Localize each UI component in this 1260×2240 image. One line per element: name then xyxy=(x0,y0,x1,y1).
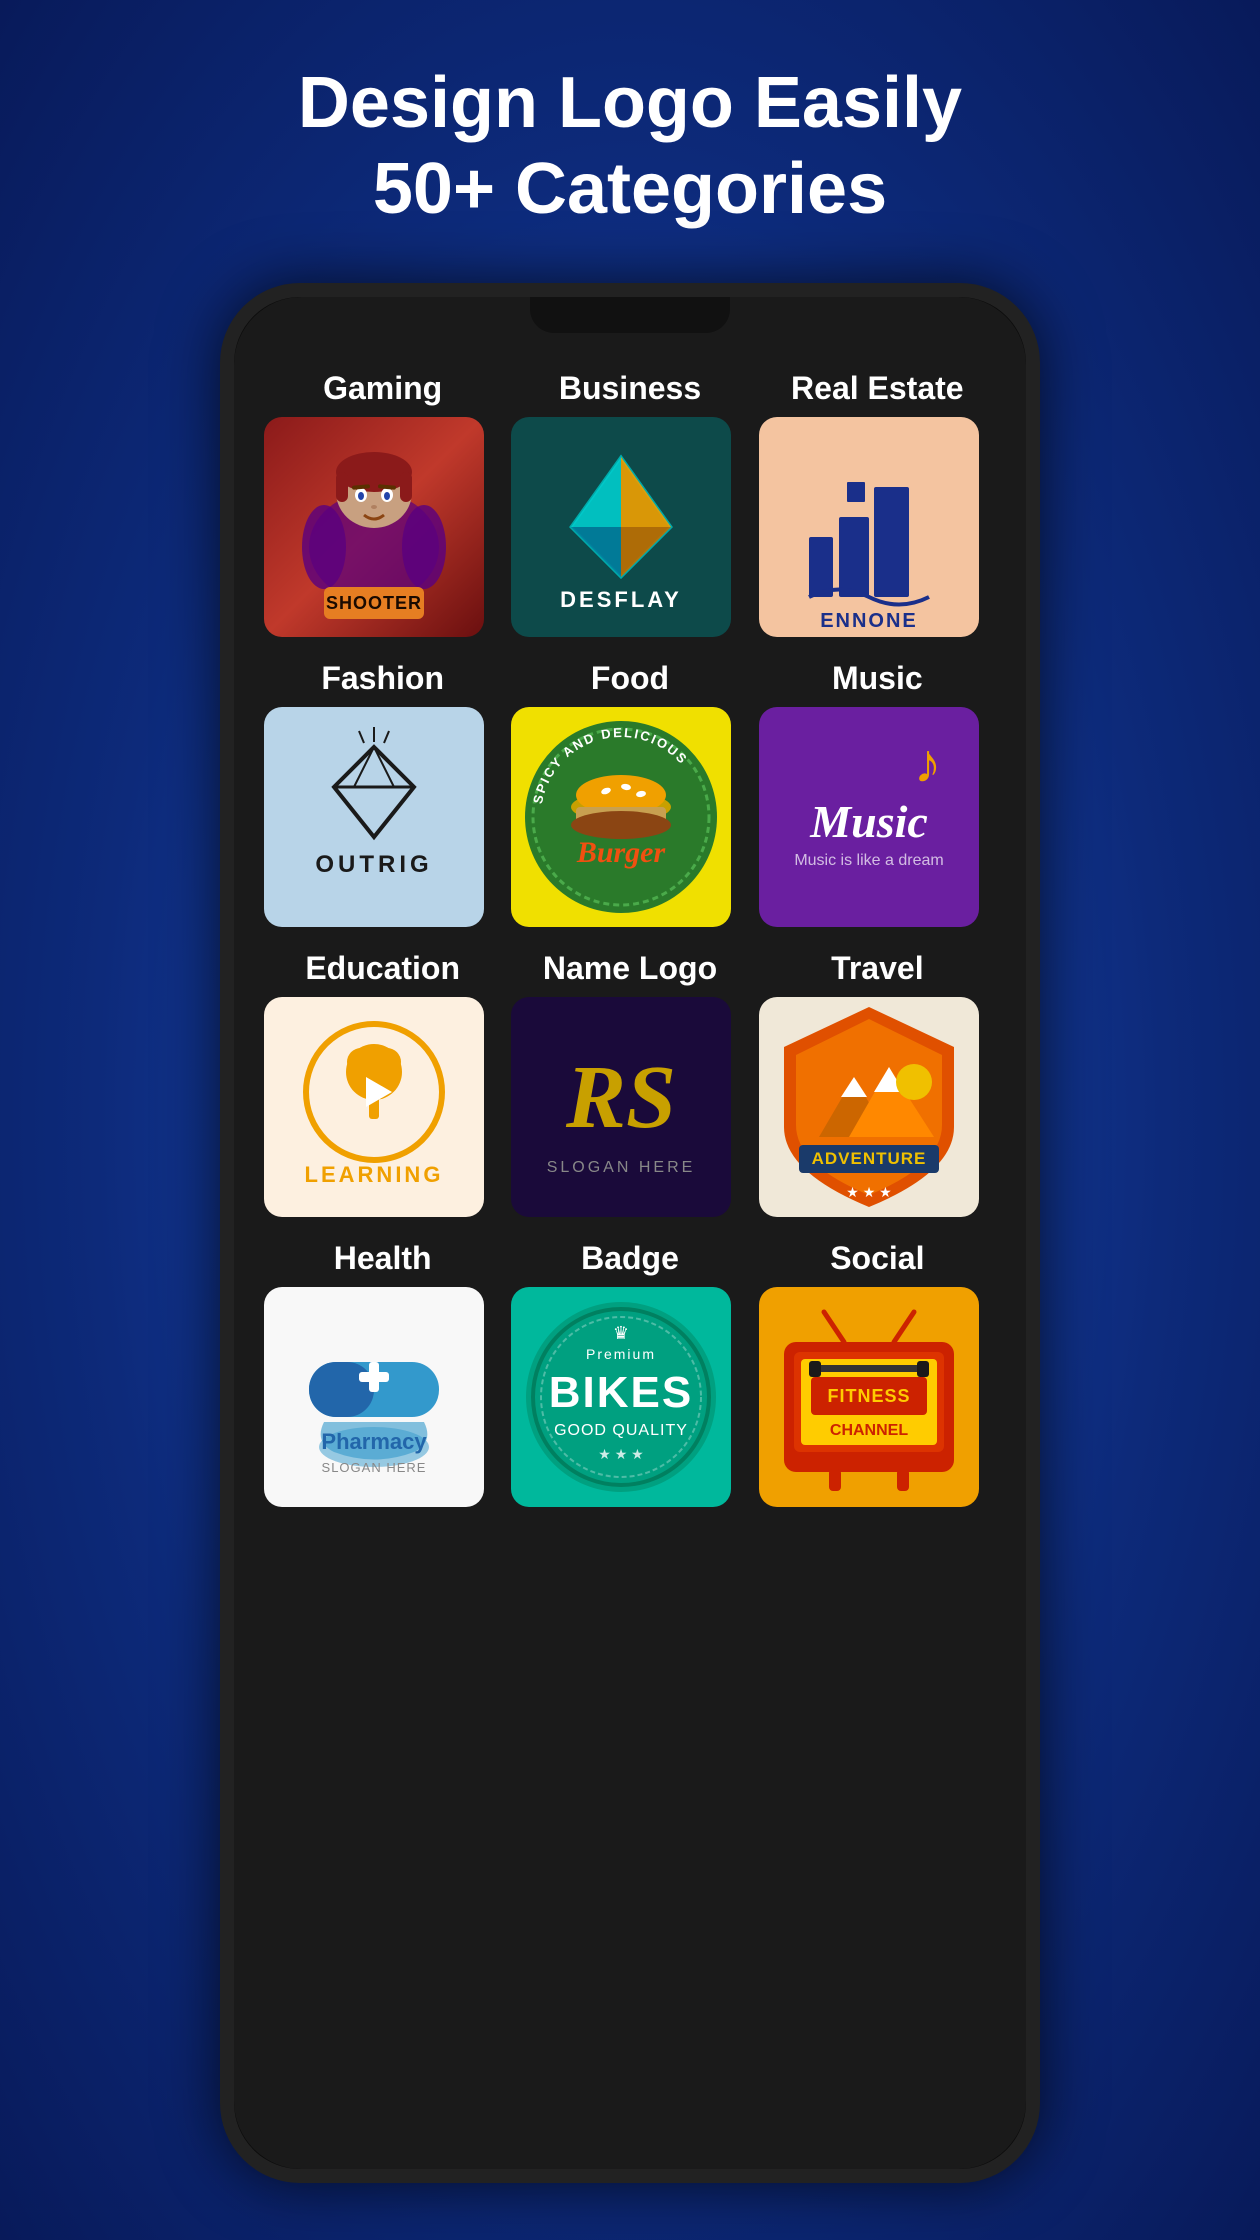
card-health[interactable]: Pharmacy SLOGAN HERE xyxy=(264,1287,484,1507)
label-namelogo: Name Logo xyxy=(511,950,748,987)
realestate-logo-svg: ENNONE xyxy=(759,417,979,637)
fashion-logo-svg: OUTRIG xyxy=(264,707,484,927)
social-logo-svg: FITNESS CHANNEL xyxy=(759,1287,979,1507)
phone-screen: Gaming Business Real Estate xyxy=(234,297,1026,2169)
headline-line1: Design Logo Easily xyxy=(298,60,962,146)
card-education[interactable]: LEARNING xyxy=(264,997,484,1217)
svg-text:FITNESS: FITNESS xyxy=(827,1386,910,1406)
health-logo-svg: Pharmacy SLOGAN HERE xyxy=(264,1287,484,1507)
namelogo-logo-svg: RS SLOGAN HERE xyxy=(511,997,731,1217)
svg-text:ENNONE: ENNONE xyxy=(820,610,918,632)
badge-logo-svg: ♛ Premium BIKES GOOD QUALITY ★ ★ ★ xyxy=(511,1287,731,1507)
svg-text:★ ★ ★: ★ ★ ★ xyxy=(599,1446,644,1462)
card-music[interactable]: ♪ Music Music is like a dream xyxy=(759,707,979,927)
gaming-logo-svg: SHOOTER xyxy=(264,417,484,637)
education-logo-svg: LEARNING xyxy=(264,997,484,1217)
food-logo-svg: SPICY AND DELICIOUS Burger xyxy=(511,707,731,927)
card-badge[interactable]: ♛ Premium BIKES GOOD QUALITY ★ ★ ★ xyxy=(511,1287,731,1507)
travel-logo-svg: ADVENTURE ★ ★ ★ xyxy=(759,997,979,1217)
cards-row-1: SHOOTER DESFLAY xyxy=(264,417,996,637)
card-travel[interactable]: ADVENTURE ★ ★ ★ xyxy=(759,997,979,1217)
svg-text:Pharmacy: Pharmacy xyxy=(321,1429,427,1454)
card-fashion[interactable]: OUTRIG xyxy=(264,707,484,927)
svg-text:SHOOTER: SHOOTER xyxy=(326,593,422,613)
row-labels-2: Fashion Food Music xyxy=(264,642,996,707)
svg-text:Burger: Burger xyxy=(576,836,666,869)
svg-text:RS: RS xyxy=(565,1048,676,1147)
card-business[interactable]: DESFLAY xyxy=(511,417,731,637)
card-namelogo[interactable]: RS SLOGAN HERE xyxy=(511,997,731,1217)
svg-text:DESFLAY: DESFLAY xyxy=(561,587,683,612)
svg-text:Music is like a dream: Music is like a dream xyxy=(794,852,943,869)
cards-row-3: LEARNING RS SLOGAN HERE xyxy=(264,997,996,1217)
svg-text:★ ★ ★: ★ ★ ★ xyxy=(846,1184,891,1200)
card-realestate[interactable]: ENNONE xyxy=(759,417,979,637)
card-social[interactable]: FITNESS CHANNEL xyxy=(759,1287,979,1507)
section-group-1: Gaming Business Real Estate xyxy=(264,352,996,637)
svg-text:Premium: Premium xyxy=(586,1346,656,1362)
card-gaming[interactable]: SHOOTER xyxy=(264,417,484,637)
svg-text:SLOGAN HERE: SLOGAN HERE xyxy=(322,1460,427,1475)
svg-text:GOOD QUALITY: GOOD QUALITY xyxy=(554,1422,688,1439)
row-labels-1: Gaming Business Real Estate xyxy=(264,352,996,417)
phone-frame: Gaming Business Real Estate xyxy=(220,283,1040,2183)
label-realestate: Real Estate xyxy=(759,370,996,407)
row-labels-4: Health Badge Social xyxy=(264,1222,996,1287)
label-badge: Badge xyxy=(511,1240,748,1277)
label-travel: Travel xyxy=(759,950,996,987)
section-group-4: Health Badge Social xyxy=(264,1222,996,1507)
phone-notch xyxy=(530,297,730,333)
label-education: Education xyxy=(264,950,501,987)
svg-text:OUTRIG: OUTRIG xyxy=(315,851,432,878)
label-gaming: Gaming xyxy=(264,370,501,407)
music-logo-svg: ♪ Music Music is like a dream xyxy=(759,707,979,927)
label-food: Food xyxy=(511,660,748,697)
svg-text:CHANNEL: CHANNEL xyxy=(830,1422,908,1439)
svg-text:BIKES: BIKES xyxy=(549,1368,693,1417)
card-food[interactable]: SPICY AND DELICIOUS Burger xyxy=(511,707,731,927)
label-fashion: Fashion xyxy=(264,660,501,697)
phone-button-vol-up xyxy=(1034,497,1040,567)
cards-row-4: Pharmacy SLOGAN HERE ♛ Premium xyxy=(264,1287,996,1507)
label-social: Social xyxy=(759,1240,996,1277)
svg-text:Music: Music xyxy=(809,796,928,847)
svg-text:♪: ♪ xyxy=(914,732,942,794)
phone-button-vol-down xyxy=(1034,587,1040,657)
svg-text:ADVENTURE: ADVENTURE xyxy=(811,1149,926,1168)
cards-row-2: OUTRIG SPICY AND DELICIOUS xyxy=(264,707,996,927)
section-group-3: Education Name Logo Travel xyxy=(264,932,996,1217)
svg-text:LEARNING: LEARNING xyxy=(305,1162,444,1187)
business-logo-svg: DESFLAY xyxy=(511,417,731,637)
section-group-2: Fashion Food Music xyxy=(264,642,996,927)
page-title: Design Logo Easily 50+ Categories xyxy=(298,60,962,233)
headline-line2: 50+ Categories xyxy=(298,146,962,232)
row-labels-3: Education Name Logo Travel xyxy=(264,932,996,997)
phone-button-power xyxy=(220,547,226,647)
label-health: Health xyxy=(264,1240,501,1277)
label-music: Music xyxy=(759,660,996,697)
label-business: Business xyxy=(511,370,748,407)
svg-text:SLOGAN HERE: SLOGAN HERE xyxy=(547,1159,696,1176)
svg-text:♛: ♛ xyxy=(613,1323,629,1343)
